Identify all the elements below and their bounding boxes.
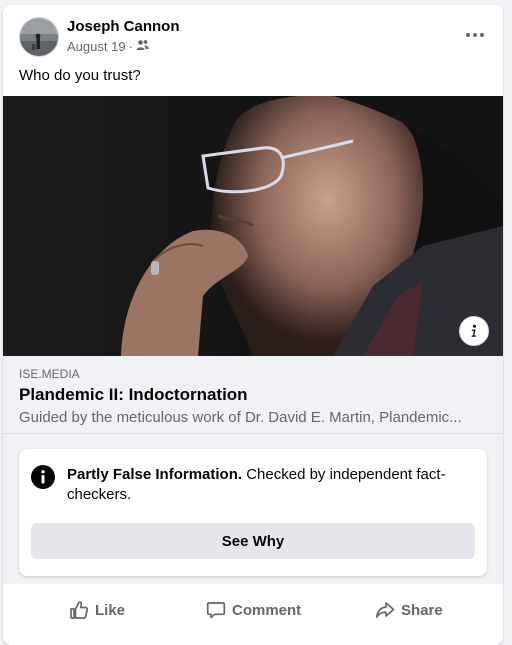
like-button[interactable]: Like: [69, 600, 125, 620]
share-label: Share: [401, 601, 443, 619]
friends-icon[interactable]: [136, 39, 149, 54]
link-preview[interactable]: ISE.MEDIA Plandemic II: Indoctornation G…: [3, 356, 503, 434]
post-actions: Like Comment Share: [3, 584, 503, 639]
fact-check-notice: Partly False Information. Checked by ind…: [19, 449, 487, 576]
post-meta: August 19 ·: [67, 39, 149, 54]
like-label: Like: [95, 601, 126, 619]
share-icon: [375, 602, 395, 618]
info-button[interactable]: [459, 316, 489, 346]
meta-separator: ·: [128, 39, 133, 54]
post-text: Who do you trust?: [19, 67, 141, 84]
link-description: Guided by the meticulous work of Dr. Dav…: [19, 409, 462, 426]
more-options-button[interactable]: [461, 21, 489, 49]
post-header: Joseph Cannon August 19 ·: [3, 5, 503, 63]
link-title[interactable]: Plandemic II: Indoctornation: [19, 385, 248, 405]
fact-check-area: Partly False Information. Checked by ind…: [3, 434, 503, 584]
fact-check-rating: Partly False Information.: [67, 466, 243, 483]
share-button[interactable]: Share: [375, 600, 443, 620]
comment-icon: [206, 602, 226, 619]
link-domain: ISE.MEDIA: [19, 367, 80, 381]
info-circle-icon: [31, 465, 55, 489]
see-why-button[interactable]: See Why: [31, 523, 475, 559]
more-icon: [466, 33, 484, 37]
post-date[interactable]: August 19: [67, 39, 126, 54]
link-preview-image[interactable]: [3, 96, 503, 356]
fact-check-text: Partly False Information. Checked by ind…: [67, 465, 467, 505]
like-icon: [70, 601, 89, 619]
avatar[interactable]: [19, 17, 59, 57]
comment-label: Comment: [232, 601, 302, 619]
post-card: Joseph Cannon August 19 · Who do you tru…: [3, 5, 503, 645]
author-name[interactable]: Joseph Cannon: [67, 18, 180, 35]
comment-button[interactable]: Comment: [206, 600, 301, 620]
info-icon: [471, 324, 476, 337]
